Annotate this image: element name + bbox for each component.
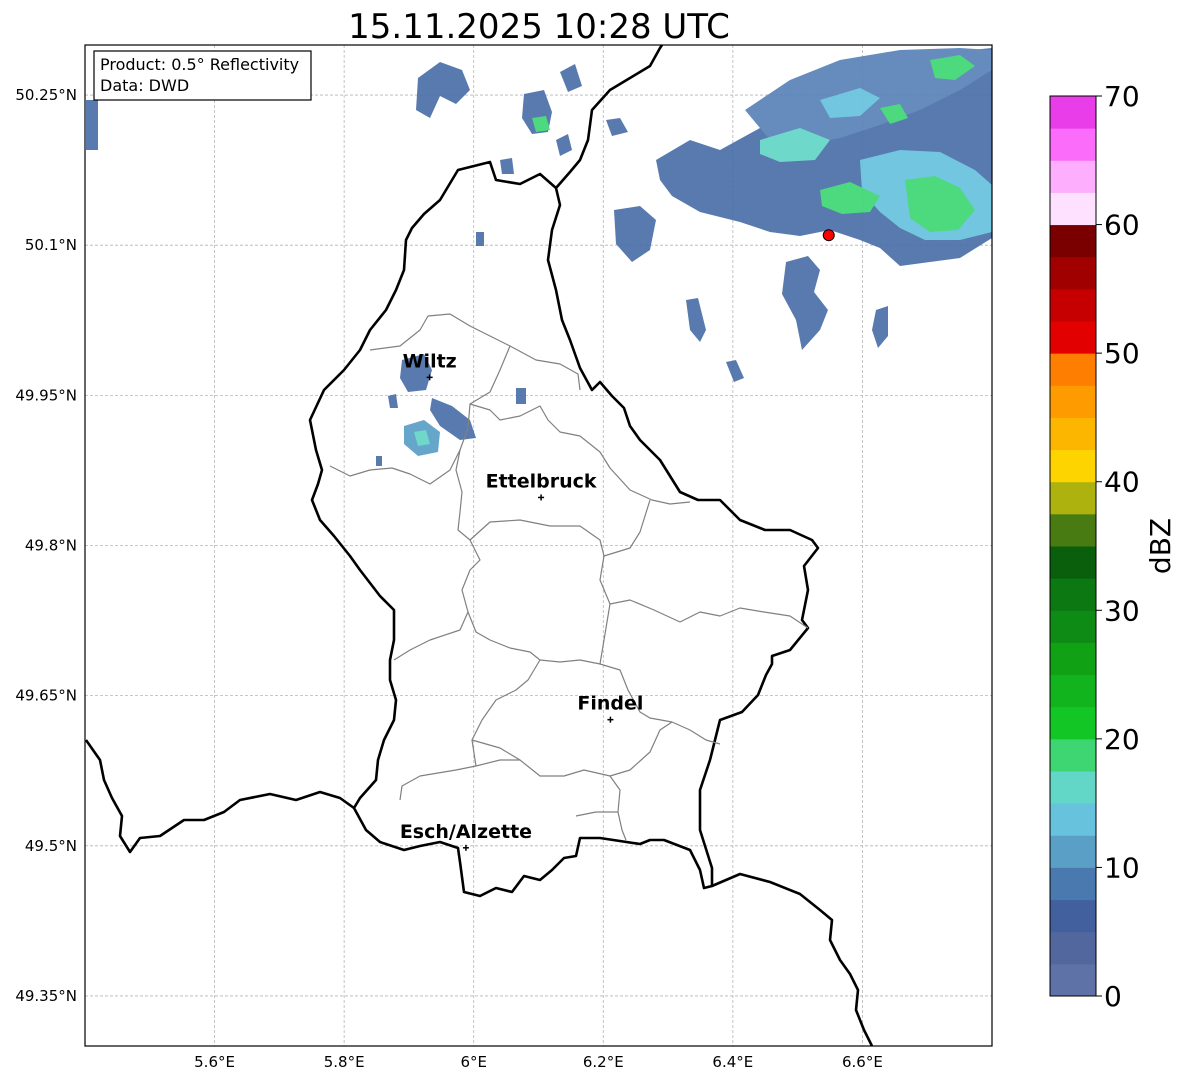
colorbar-swatch xyxy=(1050,642,1096,676)
colorbar-swatch xyxy=(1050,256,1096,290)
info-product: Product: 0.5° Reflectivity xyxy=(100,55,299,74)
map-title: 15.11.2025 10:28 UTC xyxy=(348,7,730,47)
lon-tick-label: 5.6°E xyxy=(194,1053,235,1071)
colorbar-tick-label: 60 xyxy=(1104,209,1140,242)
city-label: Findel xyxy=(577,693,643,715)
colorbar-tick-label: 40 xyxy=(1104,466,1140,499)
colorbar-swatch xyxy=(1050,771,1096,804)
city-label: Ettelbruck xyxy=(486,470,597,492)
colorbar-swatch xyxy=(1050,931,1096,965)
lat-tick-label: 49.65°N xyxy=(15,687,77,705)
colorbar-swatch xyxy=(1050,96,1096,129)
colorbar-tick-label: 0 xyxy=(1104,980,1122,1013)
colorbar-swatch xyxy=(1050,578,1096,611)
colorbar: 70 60 50 40 30 20 10 0 dBZ xyxy=(1049,80,1177,1013)
colorbar-tick-label: 30 xyxy=(1104,594,1140,627)
colorbar-swatch xyxy=(1050,449,1096,483)
colorbar-swatch xyxy=(1050,417,1096,451)
colorbar-tick-label: 10 xyxy=(1104,851,1140,884)
colorbar-label: dBZ xyxy=(1144,518,1177,574)
colorbar-tick-label: 20 xyxy=(1104,723,1140,756)
colorbar-swatch xyxy=(1050,867,1096,901)
latitude-axis: 50.25°N 50.1°N 49.95°N 49.8°N 49.65°N 49.5°N 4… xyxy=(15,86,77,1005)
lat-tick-label: 49.8°N xyxy=(25,537,77,555)
longitude-axis: 5.6°E 5.8°E 6°E 6.2°E 6.4°E 6.6°E xyxy=(194,1053,883,1071)
colorbar-swatch xyxy=(1050,674,1096,708)
lon-tick-label: 6.4°E xyxy=(712,1053,753,1071)
lat-tick-label: 50.1°N xyxy=(25,236,77,254)
colorbar-swatch xyxy=(1050,385,1096,418)
colorbar-swatch xyxy=(1050,835,1096,868)
colorbar-swatch xyxy=(1050,353,1096,386)
colorbar-swatch xyxy=(1050,706,1096,740)
lat-tick-label: 49.95°N xyxy=(15,386,77,404)
colorbar-swatch xyxy=(1050,546,1096,579)
map-panel: Wiltz Ettelbruck Findel Esch/Alzette Produc… xyxy=(84,44,993,1047)
colorbar-swatch xyxy=(1050,899,1096,933)
colorbar-swatch xyxy=(1050,224,1096,258)
info-data-source: Data: DWD xyxy=(100,76,189,95)
colorbar-swatch xyxy=(1050,192,1096,226)
colorbar-swatch xyxy=(1050,803,1096,836)
lon-tick-label: 6°E xyxy=(460,1053,487,1071)
lat-tick-label: 50.25°N xyxy=(15,86,77,104)
colorbar-swatch xyxy=(1050,321,1096,354)
city-label: Esch/Alzette xyxy=(400,821,532,843)
colorbar-swatch xyxy=(1050,160,1096,193)
colorbar-swatch xyxy=(1050,481,1096,515)
city-label: Wiltz xyxy=(403,350,457,372)
colorbar-tick-label: 70 xyxy=(1104,80,1140,113)
colorbar-swatch xyxy=(1050,738,1096,772)
lon-tick-label: 6.2°E xyxy=(583,1053,624,1071)
colorbar-swatch xyxy=(1050,963,1096,997)
colorbar-swatch xyxy=(1050,513,1096,547)
lat-tick-label: 49.5°N xyxy=(25,837,77,855)
lon-tick-label: 5.8°E xyxy=(324,1053,365,1071)
info-box: Product: 0.5° Reflectivity Data: DWD xyxy=(93,50,312,101)
colorbar-swatch xyxy=(1050,610,1096,643)
colorbar-swatch xyxy=(1050,128,1096,161)
lon-tick-label: 6.6°E xyxy=(842,1053,883,1071)
colorbar-tick-label: 50 xyxy=(1104,337,1140,370)
colorbar-swatch xyxy=(1050,288,1096,322)
radar-map-figure: 15.11.2025 10:28 UTC WiltzEttelbruckFind… xyxy=(15,7,1177,1071)
lat-tick-label: 49.35°N xyxy=(15,987,77,1005)
radar-site-marker xyxy=(822,229,835,242)
